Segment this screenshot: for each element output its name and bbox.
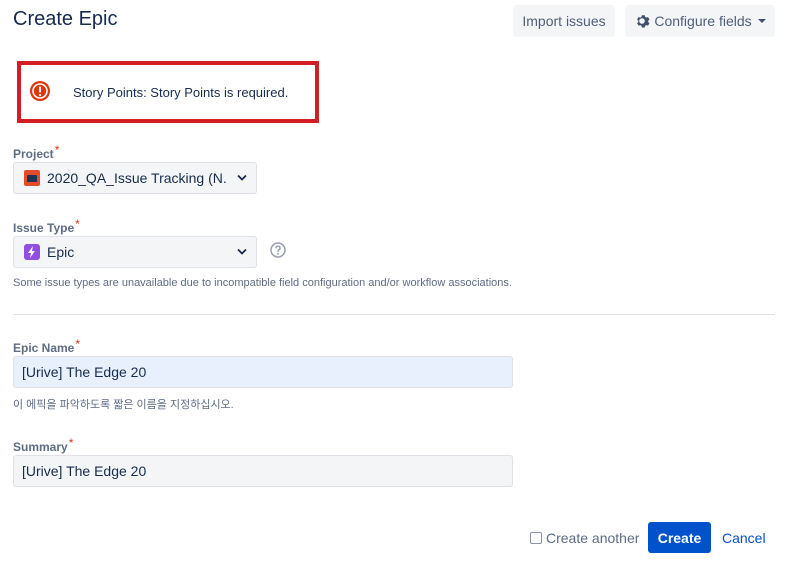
required-marker: * bbox=[54, 143, 60, 157]
configure-fields-label: Configure fields bbox=[654, 13, 752, 29]
cancel-link[interactable]: Cancel bbox=[722, 530, 766, 546]
issue-type-label: Issue Type* bbox=[13, 217, 80, 235]
create-another-checkbox[interactable] bbox=[530, 532, 542, 544]
create-button[interactable]: Create bbox=[648, 522, 711, 553]
chevron-down-icon bbox=[237, 248, 247, 255]
issue-type-select[interactable]: Epic bbox=[13, 236, 257, 268]
epic-name-help: 이 에픽을 파악하도록 짧은 이름을 지정하십시오. bbox=[13, 399, 234, 411]
chevron-down-icon bbox=[237, 174, 247, 181]
create-another-option[interactable]: Create another bbox=[530, 530, 639, 546]
required-marker: * bbox=[68, 436, 74, 450]
question-circle-icon[interactable] bbox=[270, 242, 286, 258]
error-text: Story Points: Story Points is required. bbox=[73, 85, 289, 100]
required-marker: * bbox=[75, 337, 81, 351]
issue-type-label-text: Issue Type bbox=[13, 221, 75, 235]
page-title: Create Epic bbox=[13, 8, 118, 30]
epic-name-label: Epic Name* bbox=[13, 337, 80, 355]
create-another-label[interactable]: Create another bbox=[546, 530, 639, 546]
required-marker: * bbox=[75, 217, 80, 231]
section-divider bbox=[13, 314, 775, 315]
project-label: Project* bbox=[13, 143, 59, 161]
project-select-value: 2020_QA_Issue Tracking (N... bbox=[47, 170, 227, 186]
epic-name-label-text: Epic Name bbox=[13, 341, 75, 355]
error-stop-icon bbox=[30, 81, 50, 101]
caret-down-icon bbox=[757, 19, 766, 23]
project-avatar-icon bbox=[24, 170, 40, 186]
summary-label: Summary* bbox=[13, 436, 73, 454]
summary-label-text: Summary bbox=[13, 440, 68, 454]
issue-type-note: Some issue types are unavailable due to … bbox=[13, 277, 512, 289]
project-select[interactable]: 2020_QA_Issue Tracking (N... bbox=[13, 162, 257, 194]
import-issues-button[interactable]: Import issues bbox=[513, 5, 615, 37]
error-message-box: Story Points: Story Points is required. bbox=[17, 61, 319, 123]
configure-fields-button[interactable]: Configure fields bbox=[625, 5, 775, 37]
issue-type-select-value: Epic bbox=[47, 244, 75, 260]
summary-input[interactable] bbox=[13, 455, 513, 487]
lightning-bolt-icon bbox=[24, 244, 40, 260]
epic-name-input[interactable] bbox=[13, 356, 513, 388]
project-label-text: Project bbox=[13, 147, 54, 161]
gear-icon bbox=[637, 15, 650, 28]
